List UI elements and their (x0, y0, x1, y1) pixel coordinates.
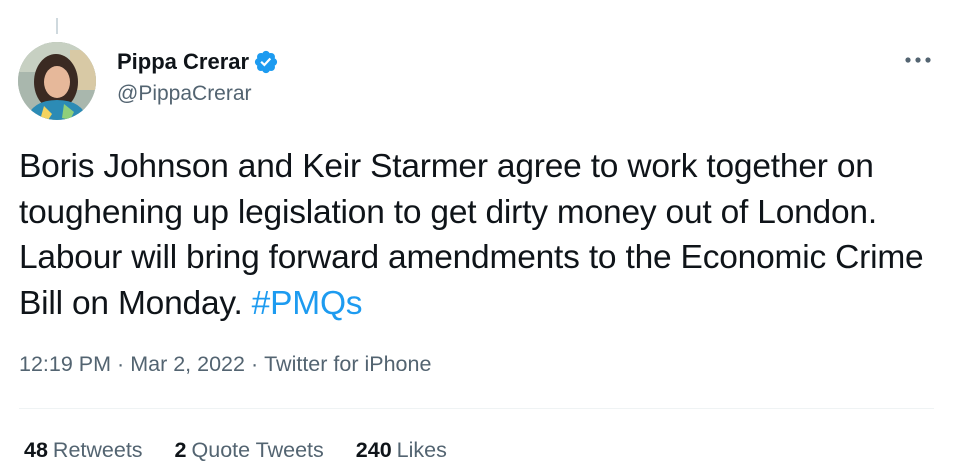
verified-badge-icon (253, 49, 279, 75)
meta-separator: · (117, 352, 125, 376)
tweet-time[interactable]: 12:19 PM (19, 352, 111, 376)
tweet-text-body: Boris Johnson and Keir Starmer agree to … (19, 148, 924, 322)
avatar[interactable] (18, 42, 96, 120)
display-name-row: Pippa Crerar (117, 48, 279, 76)
engagement-stats: 48 Retweets 2 Quote Tweets 240 Likes (24, 438, 479, 463)
author-handle[interactable]: @PippaCrerar (117, 82, 279, 106)
likes-stat[interactable]: 240 Likes (356, 438, 447, 463)
thread-connector-line (56, 18, 58, 34)
retweets-label: Retweets (52, 438, 143, 462)
likes-count: 240 (355, 438, 392, 462)
meta-separator: · (250, 352, 259, 376)
quote-tweets-label: Quote Tweets (191, 438, 324, 462)
more-options-icon[interactable] (902, 48, 934, 72)
hashtag-link[interactable]: #PMQs (252, 285, 363, 322)
display-name[interactable]: Pippa Crerar (117, 49, 249, 75)
tweet-text: Boris Johnson and Keir Starmer agree to … (19, 144, 939, 326)
tweet-detail: Pippa Crerar @PippaCrerar Boris Johnson … (0, 0, 980, 475)
quote-tweets-count: 2 (174, 438, 187, 462)
divider (19, 408, 934, 409)
avatar-image (18, 42, 96, 120)
tweet-metadata: 12:19 PM · Mar 2, 2022 · Twitter for iPhone (19, 352, 431, 377)
likes-label: Likes (396, 438, 447, 462)
retweets-count: 48 (24, 438, 48, 462)
tweet-source[interactable]: Twitter for iPhone (264, 352, 431, 376)
tweet-date[interactable]: Mar 2, 2022 (130, 352, 245, 376)
author-info: Pippa Crerar @PippaCrerar (117, 48, 279, 106)
quote-tweets-stat[interactable]: 2 Quote Tweets (175, 438, 324, 463)
retweets-stat[interactable]: 48 Retweets (24, 438, 143, 463)
